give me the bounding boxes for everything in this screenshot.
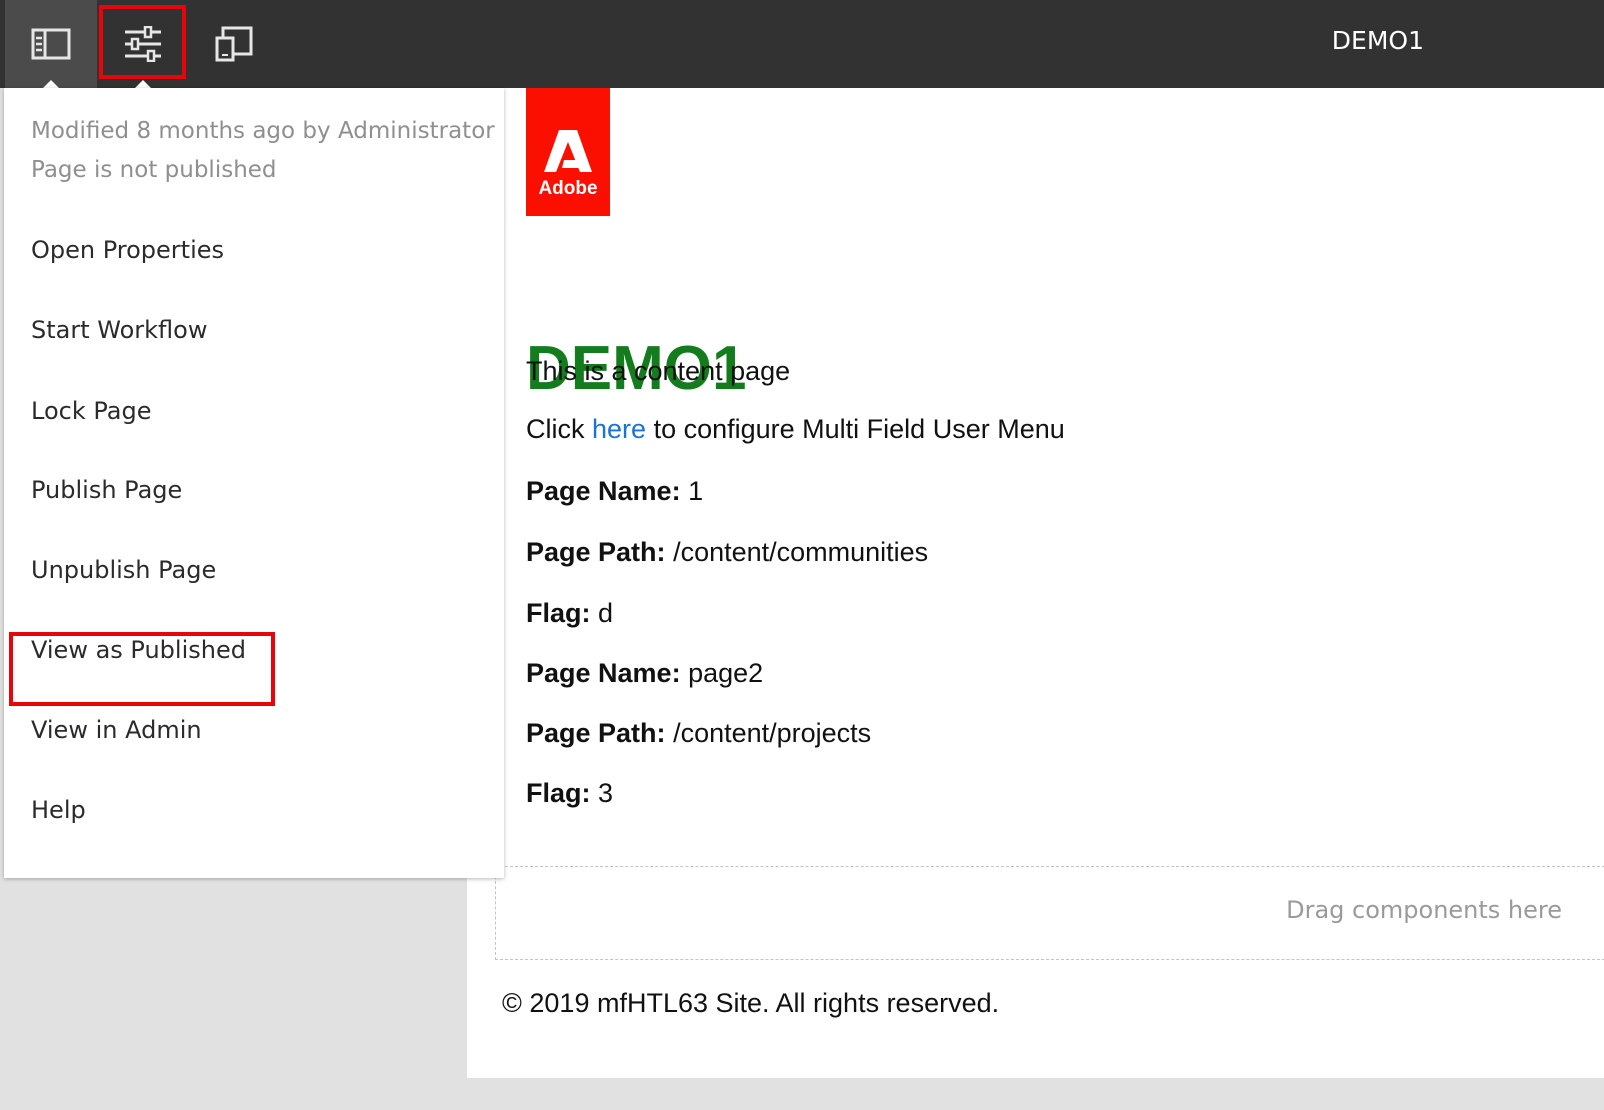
menu-item-start-workflow[interactable]: Start Workflow [31, 316, 207, 344]
config-prefix: Click [526, 414, 585, 444]
menu-item-view-in-admin[interactable]: View in Admin [31, 716, 202, 744]
field-label: Page Name: [526, 658, 681, 688]
page-information-button[interactable] [97, 0, 189, 88]
field-row: Page Path: /content/communities [526, 537, 928, 568]
menu-item-view-as-published[interactable]: View as Published [31, 636, 246, 664]
editor-toolbar: DEMO1 [0, 0, 1604, 88]
publish-status: Page is not published [31, 157, 277, 183]
dropzone-placeholder: Drag components here [1286, 896, 1562, 924]
intro-text: This is a content page [526, 356, 791, 386]
field-label: Flag: [526, 598, 591, 628]
page-footer: © 2019 mfHTL63 Site. All rights reserved… [502, 988, 1000, 1018]
field-row: Page Path: /content/projects [526, 718, 871, 749]
side-panel-icon [31, 28, 71, 60]
field-value: /content/communities [673, 537, 929, 567]
menu-item-unpublish-page[interactable]: Unpublish Page [31, 556, 216, 584]
modified-info: Modified 8 months ago by Administrator [31, 118, 495, 144]
logo-text: Adobe [538, 178, 598, 199]
page-information-popover: Modified 8 months ago by Administrator P… [4, 88, 504, 878]
field-row: Flag: d [526, 598, 613, 629]
page-title: DEMO1 [1331, 26, 1424, 55]
field-value: 3 [598, 778, 614, 808]
page-properties-icon [125, 26, 161, 62]
menu-item-open-properties[interactable]: Open Properties [31, 236, 224, 264]
field-row: Flag: 3 [526, 778, 613, 809]
field-label: Flag: [526, 778, 591, 808]
config-suffix: to configure Multi Field User Menu [653, 414, 1065, 444]
menu-item-publish-page[interactable]: Publish Page [31, 476, 182, 504]
field-row: Page Name: 1 [526, 476, 703, 507]
field-label: Page Path: [526, 718, 666, 748]
menu-item-lock-page[interactable]: Lock Page [31, 397, 151, 425]
menu-item-help[interactable]: Help [31, 796, 86, 824]
popover-caret [135, 80, 151, 88]
toggle-side-panel-button[interactable] [5, 0, 97, 88]
emulator-button[interactable] [188, 0, 280, 88]
adobe-a-icon [544, 130, 592, 172]
component-dropzone[interactable]: Drag components here [495, 866, 1604, 960]
field-label: Page Path: [526, 537, 666, 567]
side-panel-caret [43, 80, 59, 88]
field-value: d [598, 598, 614, 628]
field-value: 1 [688, 476, 704, 506]
adobe-logo: Adobe [526, 88, 610, 216]
field-value: /content/projects [673, 718, 872, 748]
emulator-icon [215, 26, 253, 62]
field-value: page2 [688, 658, 764, 688]
field-row: Page Name: page2 [526, 658, 763, 689]
config-link[interactable]: here [592, 414, 646, 444]
config-line: Click here to configure Multi Field User… [526, 414, 1065, 445]
field-label: Page Name: [526, 476, 681, 506]
